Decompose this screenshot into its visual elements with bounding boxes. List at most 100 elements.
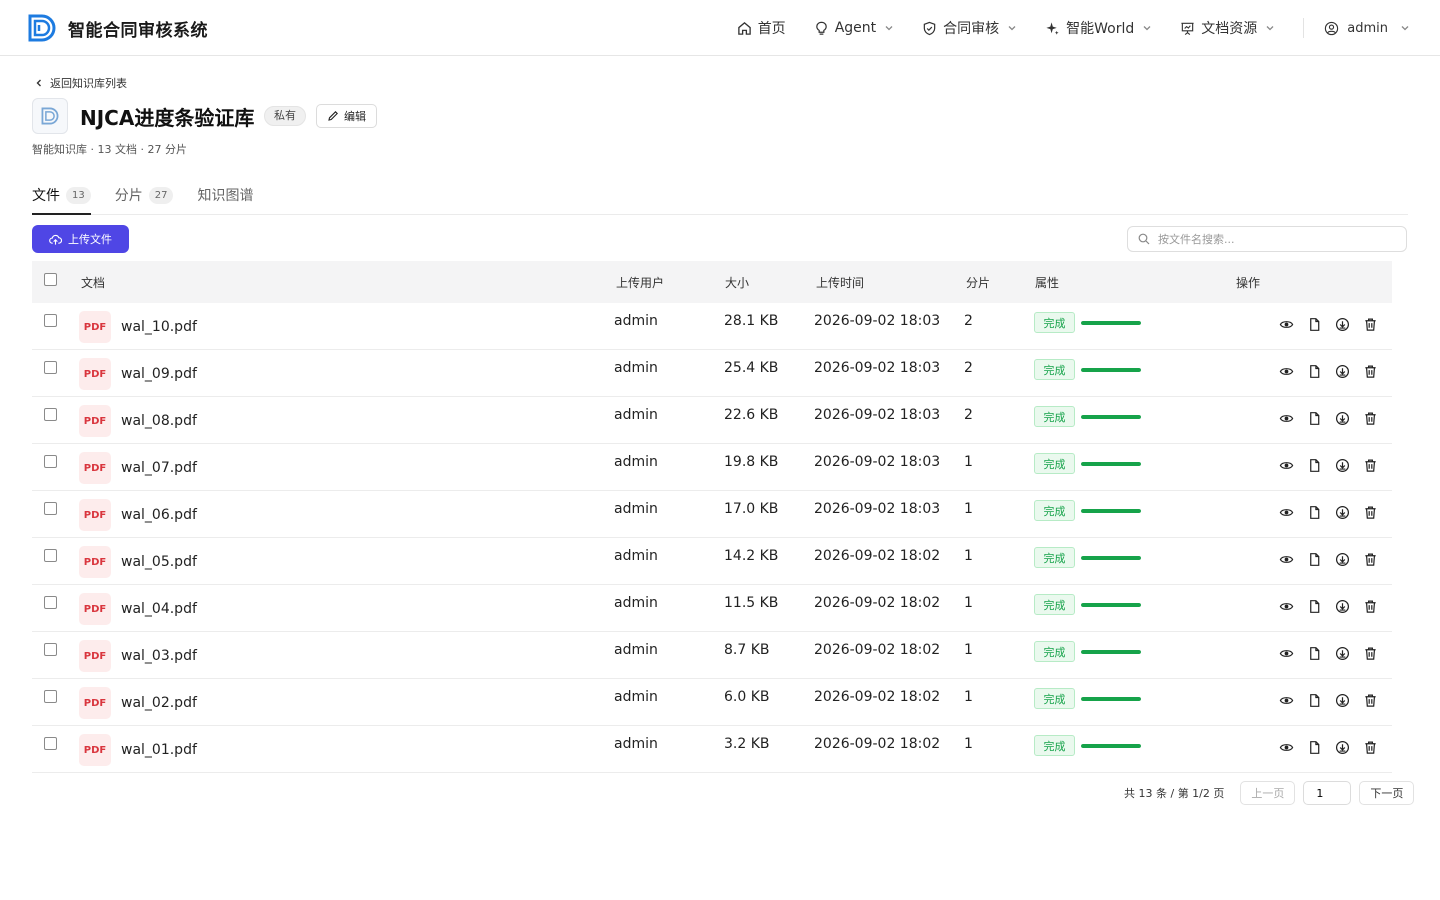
uploader: admin — [614, 736, 658, 752]
row-checkbox[interactable] — [44, 690, 57, 703]
view-chunks-button[interactable] — [1306, 410, 1322, 426]
user-menu[interactable]: admin — [1324, 21, 1410, 36]
view-chunks-button[interactable] — [1306, 598, 1322, 614]
file-size: 17.0 KB — [724, 501, 779, 517]
nav-agent[interactable]: Agent — [814, 20, 894, 36]
upload-file-button[interactable]: 上传文件 — [32, 225, 129, 253]
file-name[interactable]: wal_07.pdf — [121, 460, 197, 476]
file-name[interactable]: wal_02.pdf — [121, 695, 197, 711]
file-name[interactable]: wal_10.pdf — [121, 319, 197, 335]
table-row: PDF wal_04.pdf admin 11.5 KB 2026-09-02 … — [32, 585, 1392, 632]
row-checkbox[interactable] — [44, 361, 57, 374]
download-button[interactable] — [1334, 598, 1350, 614]
file-size: 6.0 KB — [724, 689, 770, 705]
download-button[interactable] — [1334, 316, 1350, 332]
table-header: 文档 上传用户 大小 上传时间 分片 属性 操作 — [32, 261, 1392, 303]
download-button[interactable] — [1334, 645, 1350, 661]
download-button[interactable] — [1334, 504, 1350, 520]
download-button[interactable] — [1334, 457, 1350, 473]
brand[interactable]: 智能合同审核系统 — [26, 12, 208, 44]
preview-button[interactable] — [1278, 457, 1294, 473]
row-checkbox[interactable] — [44, 502, 57, 515]
chevron-down-icon — [1266, 26, 1274, 31]
delete-button[interactable] — [1362, 457, 1378, 473]
trash-icon — [1363, 740, 1378, 755]
preview-button[interactable] — [1278, 504, 1294, 520]
view-chunks-button[interactable] — [1306, 645, 1322, 661]
kb-avatar — [32, 98, 68, 134]
preview-button[interactable] — [1278, 692, 1294, 708]
preview-button[interactable] — [1278, 410, 1294, 426]
row-checkbox[interactable] — [44, 549, 57, 562]
preview-button[interactable] — [1278, 645, 1294, 661]
chevron-down-icon — [885, 26, 893, 31]
delete-button[interactable] — [1362, 692, 1378, 708]
eye-icon — [1279, 646, 1294, 661]
select-all-checkbox[interactable] — [44, 273, 57, 286]
download-button[interactable] — [1334, 363, 1350, 379]
download-button[interactable] — [1334, 410, 1350, 426]
uploader: admin — [614, 454, 658, 470]
delete-button[interactable] — [1362, 316, 1378, 332]
download-button[interactable] — [1334, 692, 1350, 708]
row-checkbox[interactable] — [44, 643, 57, 656]
tab-files[interactable]: 文件 13 — [32, 176, 91, 215]
file-icon — [1307, 505, 1322, 520]
preview-button[interactable] — [1278, 363, 1294, 379]
download-button[interactable] — [1334, 551, 1350, 567]
file-table: 文档 上传用户 大小 上传时间 分片 属性 操作 PDF wal_10.pdf … — [32, 261, 1392, 773]
nav-doc-resources[interactable]: 文档资源 — [1180, 18, 1275, 38]
row-checkbox[interactable] — [44, 408, 57, 421]
file-name[interactable]: wal_01.pdf — [121, 742, 197, 758]
pagination: 共 13 条 / 第 1/2 页 上一页 下一页 — [1124, 781, 1415, 805]
nav-smart-world[interactable]: 智能World — [1045, 18, 1152, 38]
file-name[interactable]: wal_04.pdf — [121, 601, 197, 617]
delete-button[interactable] — [1362, 551, 1378, 567]
view-chunks-button[interactable] — [1306, 457, 1322, 473]
file-name[interactable]: wal_09.pdf — [121, 366, 197, 382]
preview-button[interactable] — [1278, 739, 1294, 755]
page-number-input[interactable] — [1303, 781, 1352, 805]
cloud-upload-icon — [49, 234, 62, 245]
preview-button[interactable] — [1278, 551, 1294, 567]
delete-button[interactable] — [1362, 410, 1378, 426]
view-chunks-button[interactable] — [1306, 739, 1322, 755]
delete-button[interactable] — [1362, 598, 1378, 614]
upload-time: 2026-09-02 18:03 — [814, 360, 941, 376]
delete-button[interactable] — [1362, 504, 1378, 520]
preview-button[interactable] — [1278, 316, 1294, 332]
file-size: 25.4 KB — [724, 360, 779, 376]
row-checkbox[interactable] — [44, 737, 57, 750]
row-checkbox[interactable] — [44, 314, 57, 327]
view-chunks-button[interactable] — [1306, 363, 1322, 379]
row-checkbox[interactable] — [44, 596, 57, 609]
edit-kb-button[interactable]: 编辑 — [316, 104, 377, 128]
delete-button[interactable] — [1362, 363, 1378, 379]
back-to-kb-list-link[interactable]: 返回知识库列表 — [34, 75, 127, 91]
view-chunks-button[interactable] — [1306, 316, 1322, 332]
row-checkbox[interactable] — [44, 455, 57, 468]
tab-knowledge-graph[interactable]: 知识图谱 — [197, 176, 253, 214]
progress-fill — [1081, 603, 1141, 607]
view-chunks-button[interactable] — [1306, 692, 1322, 708]
view-chunks-button[interactable] — [1306, 504, 1322, 520]
kb-title: NJCA进度条验证库 — [80, 106, 255, 130]
download-button[interactable] — [1334, 739, 1350, 755]
view-chunks-button[interactable] — [1306, 551, 1322, 567]
row-actions — [1278, 363, 1390, 379]
file-name[interactable]: wal_06.pdf — [121, 507, 197, 523]
row-actions — [1278, 692, 1390, 708]
prev-page-button[interactable]: 上一页 — [1240, 781, 1296, 805]
preview-button[interactable] — [1278, 598, 1294, 614]
delete-button[interactable] — [1362, 645, 1378, 661]
chunk-count: 1 — [964, 736, 973, 752]
delete-button[interactable] — [1362, 739, 1378, 755]
nav-contract-review[interactable]: 合同审核 — [922, 18, 1017, 38]
search-input[interactable] — [1158, 232, 1398, 246]
next-page-button[interactable]: 下一页 — [1359, 781, 1415, 805]
tab-chunks[interactable]: 分片 27 — [115, 176, 174, 214]
nav-home[interactable]: 首页 — [737, 18, 786, 38]
file-name[interactable]: wal_08.pdf — [121, 413, 197, 429]
file-name[interactable]: wal_03.pdf — [121, 648, 197, 664]
file-name[interactable]: wal_05.pdf — [121, 554, 197, 570]
